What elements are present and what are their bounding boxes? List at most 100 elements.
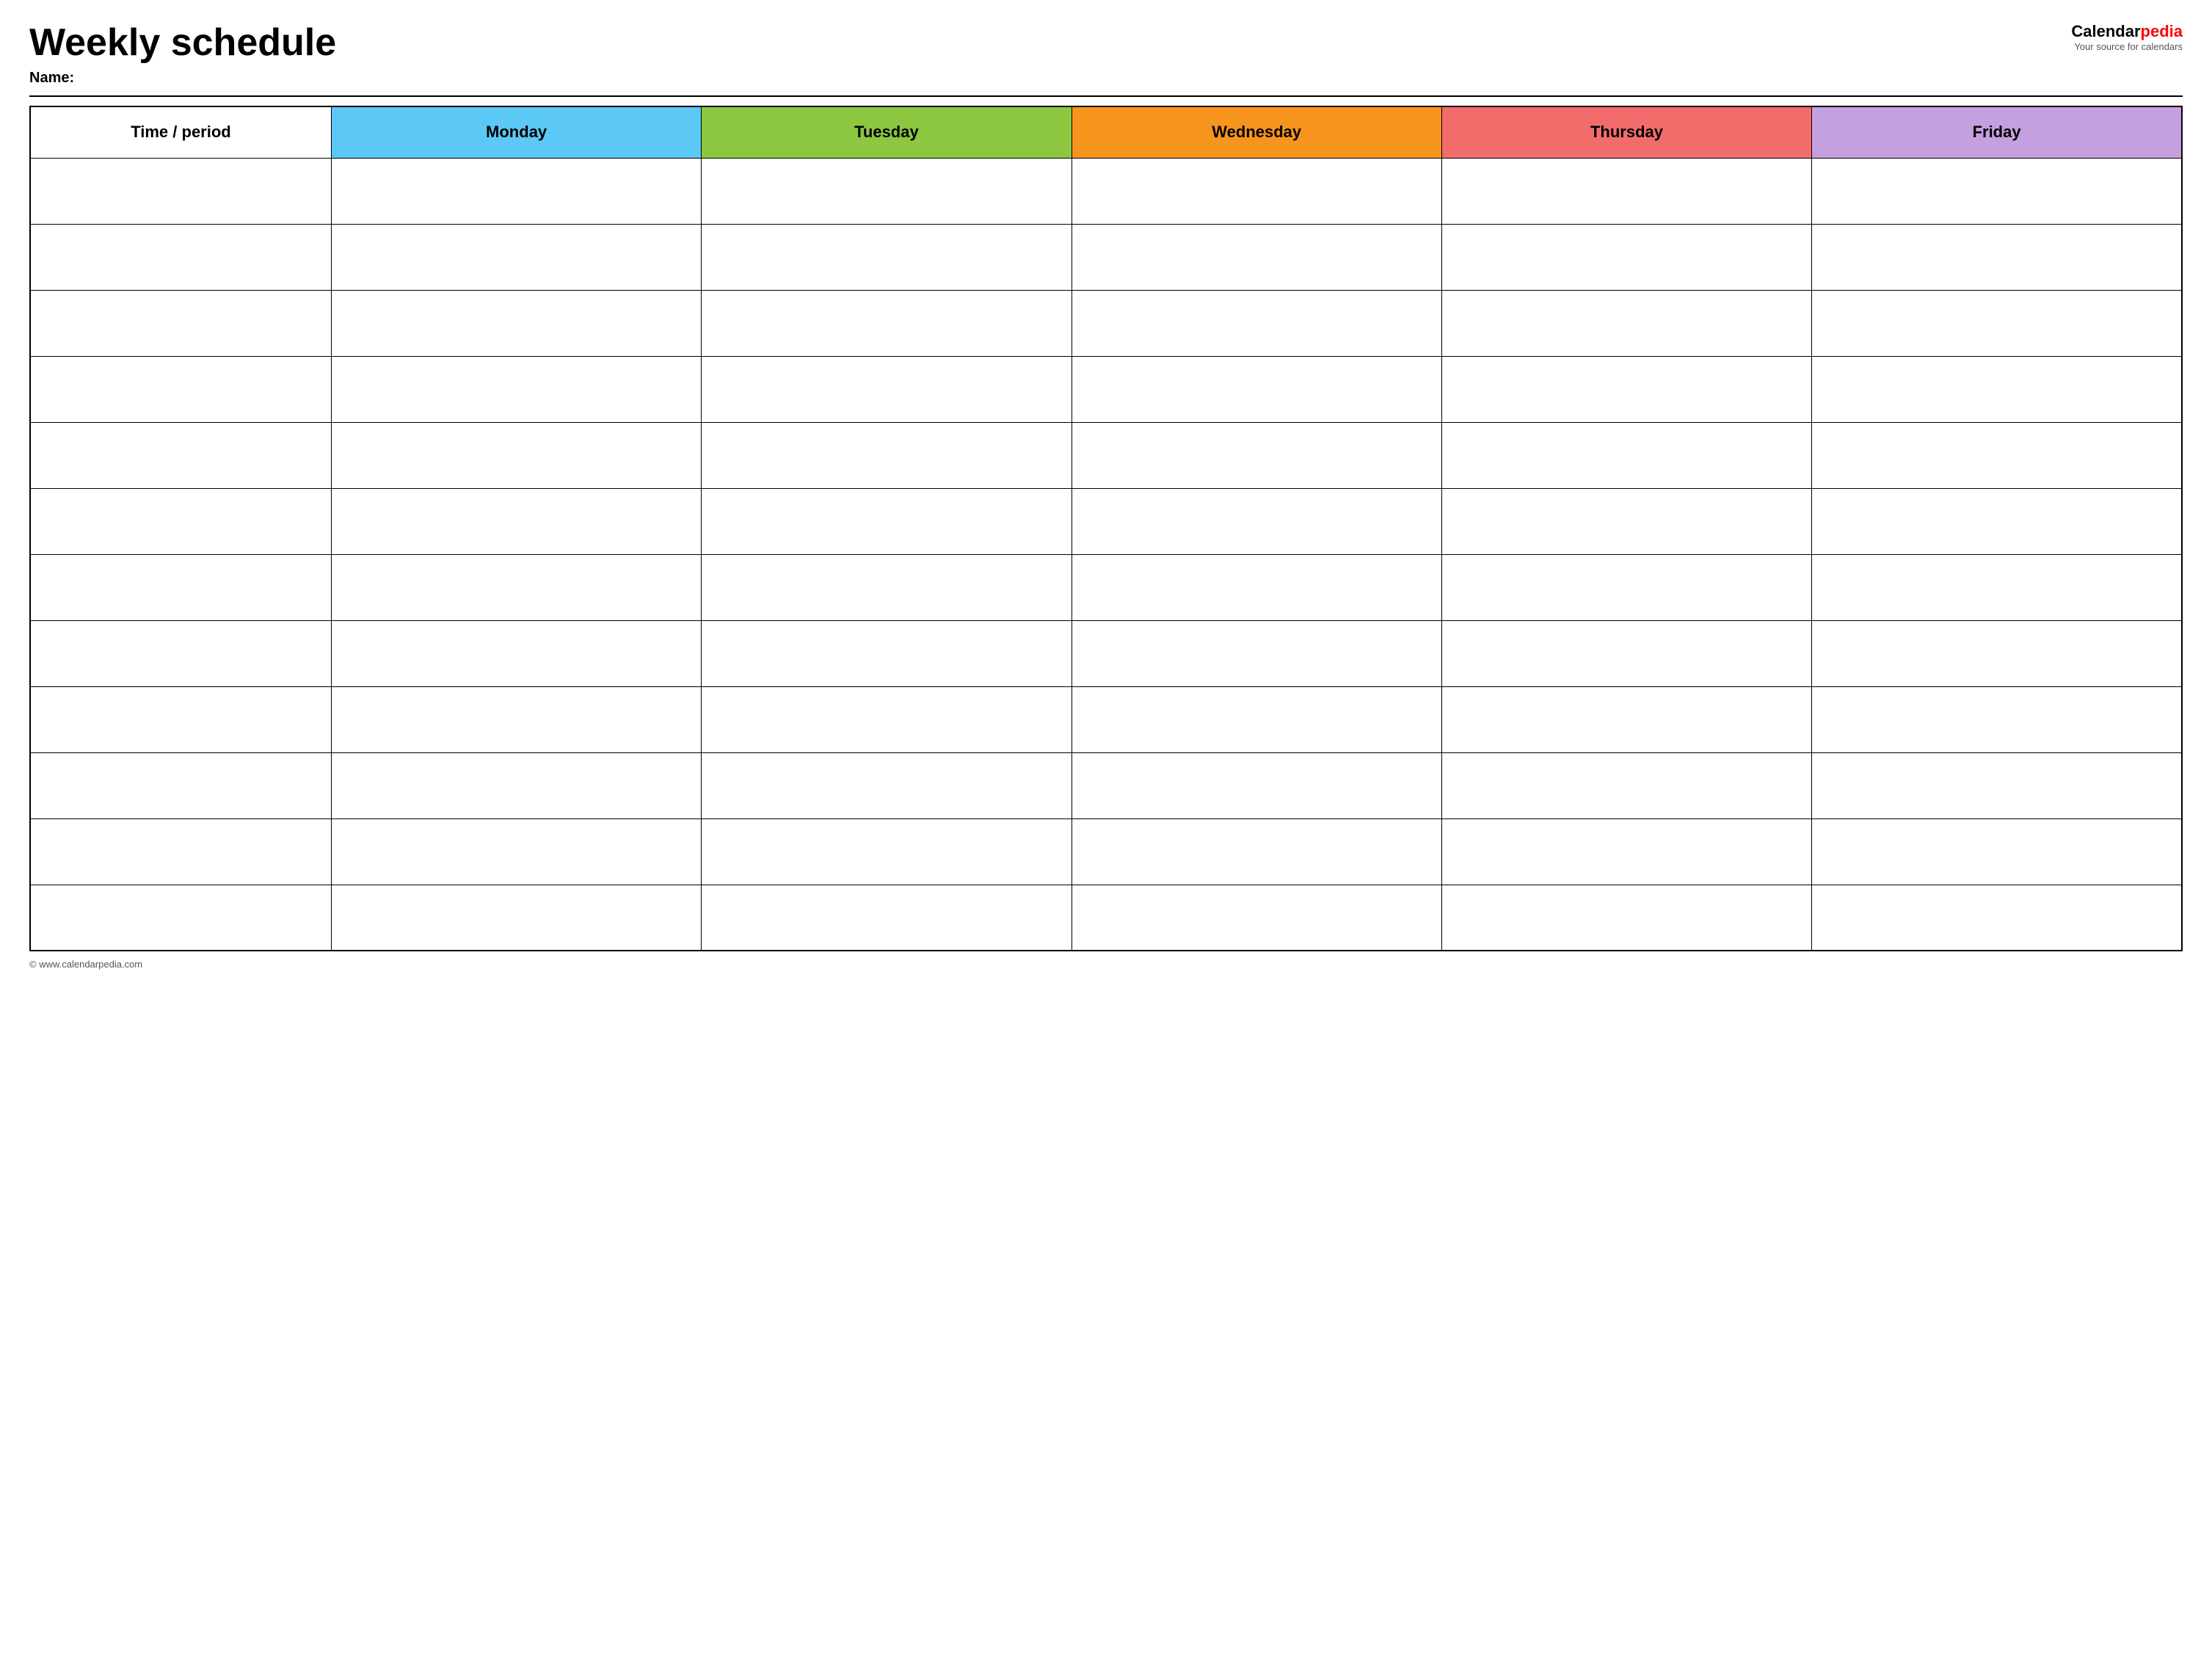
time-cell[interactable] bbox=[30, 224, 331, 290]
time-cell[interactable] bbox=[30, 422, 331, 488]
logo-subtitle: Your source for calendars bbox=[2074, 41, 2183, 52]
table-row bbox=[30, 488, 2182, 554]
col-header-wednesday: Wednesday bbox=[1072, 106, 1441, 158]
schedule-cell[interactable] bbox=[1072, 488, 1441, 554]
time-cell[interactable] bbox=[30, 290, 331, 356]
logo-pedia: pedia bbox=[2141, 22, 2183, 40]
col-header-monday: Monday bbox=[331, 106, 701, 158]
schedule-cell[interactable] bbox=[1072, 752, 1441, 818]
table-row bbox=[30, 356, 2182, 422]
time-cell[interactable] bbox=[30, 554, 331, 620]
table-row bbox=[30, 752, 2182, 818]
time-cell[interactable] bbox=[30, 818, 331, 885]
title-area: Weekly schedule Name: bbox=[29, 22, 336, 87]
time-cell[interactable] bbox=[30, 488, 331, 554]
schedule-cell[interactable] bbox=[331, 686, 701, 752]
schedule-cell[interactable] bbox=[331, 290, 701, 356]
table-row bbox=[30, 885, 2182, 951]
schedule-cell[interactable] bbox=[1812, 224, 2182, 290]
schedule-cell[interactable] bbox=[1441, 554, 1811, 620]
col-header-tuesday: Tuesday bbox=[702, 106, 1072, 158]
schedule-cell[interactable] bbox=[1812, 422, 2182, 488]
schedule-cell[interactable] bbox=[1072, 422, 1441, 488]
schedule-cell[interactable] bbox=[702, 686, 1072, 752]
schedule-cell[interactable] bbox=[331, 356, 701, 422]
logo-text: Calendarpedia bbox=[2071, 22, 2183, 41]
table-header: Time / period Monday Tuesday Wednesday T… bbox=[30, 106, 2182, 158]
schedule-cell[interactable] bbox=[1441, 290, 1811, 356]
table-row bbox=[30, 290, 2182, 356]
schedule-cell[interactable] bbox=[331, 554, 701, 620]
schedule-cell[interactable] bbox=[702, 620, 1072, 686]
table-row bbox=[30, 818, 2182, 885]
schedule-cell[interactable] bbox=[1072, 818, 1441, 885]
time-cell[interactable] bbox=[30, 885, 331, 951]
schedule-cell[interactable] bbox=[1812, 290, 2182, 356]
schedule-cell[interactable] bbox=[1812, 356, 2182, 422]
time-cell[interactable] bbox=[30, 620, 331, 686]
schedule-cell[interactable] bbox=[702, 158, 1072, 224]
schedule-cell[interactable] bbox=[1072, 885, 1441, 951]
schedule-cell[interactable] bbox=[1441, 488, 1811, 554]
schedule-cell[interactable] bbox=[1812, 554, 2182, 620]
schedule-cell[interactable] bbox=[702, 488, 1072, 554]
page-header: Weekly schedule Name: Calendarpedia Your… bbox=[29, 22, 2183, 87]
header-row: Time / period Monday Tuesday Wednesday T… bbox=[30, 106, 2182, 158]
schedule-cell[interactable] bbox=[1441, 752, 1811, 818]
schedule-cell[interactable] bbox=[1441, 885, 1811, 951]
schedule-cell[interactable] bbox=[702, 356, 1072, 422]
table-row bbox=[30, 422, 2182, 488]
schedule-cell[interactable] bbox=[331, 752, 701, 818]
table-row bbox=[30, 224, 2182, 290]
schedule-cell[interactable] bbox=[1072, 224, 1441, 290]
schedule-cell[interactable] bbox=[1812, 752, 2182, 818]
footer: © www.calendarpedia.com bbox=[29, 959, 2183, 970]
schedule-cell[interactable] bbox=[1441, 620, 1811, 686]
header-divider bbox=[29, 95, 2183, 97]
schedule-cell[interactable] bbox=[1441, 686, 1811, 752]
col-header-friday: Friday bbox=[1812, 106, 2182, 158]
time-cell[interactable] bbox=[30, 158, 331, 224]
schedule-cell[interactable] bbox=[1072, 686, 1441, 752]
schedule-cell[interactable] bbox=[331, 885, 701, 951]
logo-calendar: Calendar bbox=[2071, 22, 2140, 40]
schedule-cell[interactable] bbox=[1441, 422, 1811, 488]
schedule-cell[interactable] bbox=[331, 818, 701, 885]
schedule-cell[interactable] bbox=[702, 554, 1072, 620]
schedule-cell[interactable] bbox=[702, 885, 1072, 951]
time-cell[interactable] bbox=[30, 686, 331, 752]
page-title: Weekly schedule bbox=[29, 22, 336, 64]
col-header-time: Time / period bbox=[30, 106, 331, 158]
schedule-cell[interactable] bbox=[1812, 885, 2182, 951]
schedule-cell[interactable] bbox=[1072, 620, 1441, 686]
schedule-cell[interactable] bbox=[702, 752, 1072, 818]
logo-area: Calendarpedia Your source for calendars bbox=[2071, 22, 2183, 52]
schedule-cell[interactable] bbox=[1812, 620, 2182, 686]
schedule-cell[interactable] bbox=[702, 422, 1072, 488]
schedule-cell[interactable] bbox=[702, 818, 1072, 885]
schedule-cell[interactable] bbox=[331, 620, 701, 686]
schedule-cell[interactable] bbox=[1441, 158, 1811, 224]
schedule-table: Time / period Monday Tuesday Wednesday T… bbox=[29, 106, 2183, 951]
schedule-cell[interactable] bbox=[1812, 686, 2182, 752]
time-cell[interactable] bbox=[30, 356, 331, 422]
schedule-cell[interactable] bbox=[1072, 554, 1441, 620]
schedule-cell[interactable] bbox=[1441, 356, 1811, 422]
schedule-cell[interactable] bbox=[1072, 158, 1441, 224]
schedule-cell[interactable] bbox=[1812, 158, 2182, 224]
schedule-cell[interactable] bbox=[331, 422, 701, 488]
schedule-cell[interactable] bbox=[331, 224, 701, 290]
schedule-cell[interactable] bbox=[331, 158, 701, 224]
time-cell[interactable] bbox=[30, 752, 331, 818]
schedule-cell[interactable] bbox=[331, 488, 701, 554]
schedule-cell[interactable] bbox=[1812, 818, 2182, 885]
table-body bbox=[30, 158, 2182, 951]
schedule-cell[interactable] bbox=[702, 224, 1072, 290]
schedule-cell[interactable] bbox=[1441, 818, 1811, 885]
schedule-cell[interactable] bbox=[1072, 356, 1441, 422]
schedule-cell[interactable] bbox=[1072, 290, 1441, 356]
schedule-cell[interactable] bbox=[702, 290, 1072, 356]
schedule-cell[interactable] bbox=[1812, 488, 2182, 554]
schedule-cell[interactable] bbox=[1441, 224, 1811, 290]
col-header-thursday: Thursday bbox=[1441, 106, 1811, 158]
